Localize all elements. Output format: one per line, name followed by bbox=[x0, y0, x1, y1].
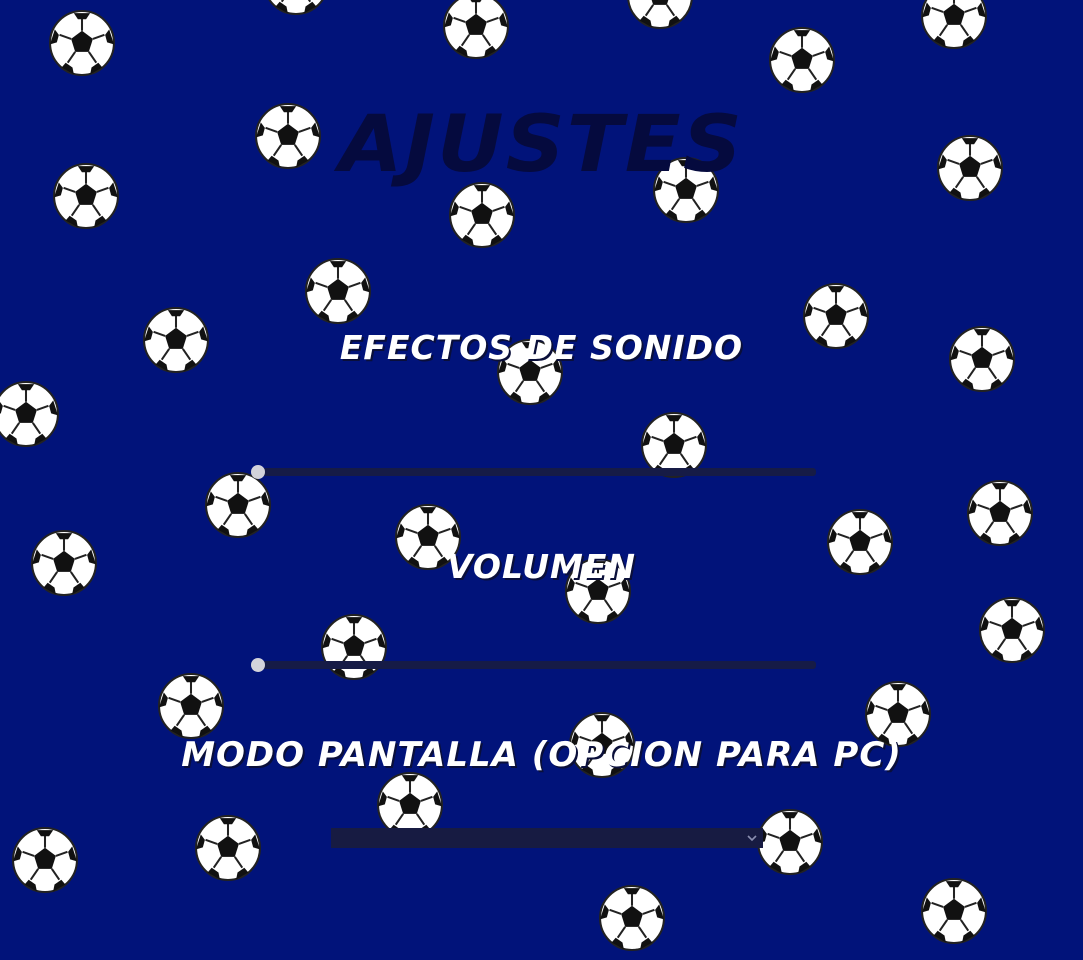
slider-thumb[interactable] bbox=[251, 658, 265, 672]
page-title: AJUSTES bbox=[339, 100, 744, 190]
volume-slider[interactable] bbox=[251, 652, 816, 678]
screen-mode-select[interactable] bbox=[331, 828, 763, 848]
volume-label: VOLUMEN bbox=[446, 547, 637, 586]
slider-thumb[interactable] bbox=[251, 465, 265, 479]
slider-track[interactable] bbox=[258, 468, 816, 476]
chevron-down-icon[interactable] bbox=[745, 831, 759, 845]
slider-track[interactable] bbox=[258, 661, 816, 669]
sound-effects-label: EFECTOS DE SONIDO bbox=[339, 328, 744, 367]
sound-effects-slider[interactable] bbox=[251, 459, 816, 485]
settings-panel: AJUSTES EFECTOS DE SONIDO VOLUMEN MODO P… bbox=[0, 0, 1083, 960]
screen-mode-label: MODO PANTALLA (OPCION PARA PC) bbox=[181, 735, 902, 775]
